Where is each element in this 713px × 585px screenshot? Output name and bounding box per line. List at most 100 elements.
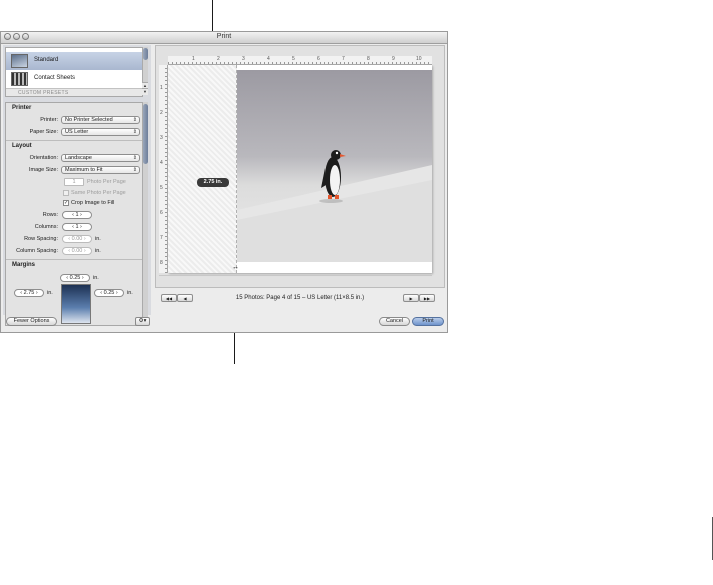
photo-per-page-label: Photo Per Page [87, 179, 126, 185]
title-bar: Print [1, 32, 447, 44]
preset-contact-sheets[interactable]: Contact Sheets [6, 70, 142, 88]
increment-icon[interactable]: › [114, 290, 118, 296]
same-photo-checkbox[interactable] [63, 190, 69, 196]
increment-icon[interactable]: › [79, 224, 82, 230]
cancel-button[interactable]: Cancel [379, 317, 410, 326]
layout-section-title: Layout [12, 143, 32, 149]
vertical-ruler: 1 2 3 4 5 6 7 8 [159, 65, 168, 273]
sidebar: Standard Contact Sheets CUSTOM PRESETS ▲… [3, 45, 151, 326]
popup-arrows-icon: ⇕ [132, 155, 137, 161]
last-page-button[interactable]: ▶▶ [419, 294, 435, 302]
page-navigation-bar: ◀◀ ◀ 15 Photos: Page 4 of 15 – US Letter… [155, 290, 445, 310]
ruler-tick: 6 [160, 210, 163, 216]
preset-scroll-thumb[interactable] [143, 48, 148, 60]
ruler-tick: 8 [367, 56, 370, 62]
increment-icon[interactable]: › [82, 248, 86, 254]
orientation-label: Orientation: [29, 155, 58, 161]
printer-section-title: Printer [12, 105, 32, 111]
crop-image-label: Crop Image to Fill [71, 200, 115, 206]
margin-tooltip: 2.75 in. [197, 178, 229, 187]
ruler-tick: 2 [217, 56, 220, 62]
window-title: Print [216, 33, 232, 40]
margin-preview-thumbnail [61, 284, 91, 324]
scroll-down-arrow-icon[interactable]: ▼ [142, 88, 148, 95]
settings-scroll-thumb[interactable] [143, 104, 148, 164]
ruler-tick: 5 [292, 56, 295, 62]
preset-standard-thumbnail [11, 54, 28, 68]
rows-label: Rows: [42, 212, 58, 218]
row-spacing-stepper[interactable]: ‹ 0.00 › [62, 235, 92, 243]
paper-size-label: Paper Size: [29, 129, 58, 135]
ruler-tick: 10 [416, 56, 422, 62]
gear-menu-button[interactable]: ⚙▾ [135, 317, 150, 326]
top-margin-unit: in. [93, 275, 99, 281]
preset-scrollbar[interactable]: ▲ ▼ [142, 47, 148, 95]
print-window: Print Standard Contact Sheets CUSTOM PRE… [0, 31, 448, 333]
left-margin-stepper[interactable]: ‹ 2.75 › [14, 289, 44, 297]
right-margin-unit: in. [127, 290, 133, 296]
increment-icon[interactable]: › [82, 236, 86, 242]
popup-arrows-icon: ⇕ [132, 167, 137, 173]
popup-arrows-icon: ⇕ [132, 129, 137, 135]
preset-label: Contact Sheets [34, 75, 76, 81]
page-status-text: 15 Photos: Page 4 of 15 – US Letter (11×… [235, 295, 365, 301]
printer-label: Printer: [40, 117, 58, 123]
ruler-tick: 4 [267, 56, 270, 62]
columns-stepper[interactable]: ‹ 1 › [62, 223, 92, 231]
column-spacing-label: Column Spacing: [16, 248, 58, 254]
margin-resize-handle-icon[interactable]: ↔ [232, 264, 239, 271]
row-spacing-unit: in. [95, 236, 101, 242]
orientation-popup[interactable]: Landscape ⇕ [61, 154, 140, 162]
rows-stepper[interactable]: ‹ 1 › [62, 211, 92, 219]
increment-icon[interactable]: › [79, 212, 82, 218]
next-page-button[interactable]: ▶ [403, 294, 419, 302]
print-preview: 1 2 3 4 5 6 7 8 9 10 1 2 3 4 5 6 7 8 2.7… [155, 45, 445, 288]
paper-size-popup[interactable]: US Letter ⇕ [61, 128, 140, 136]
ruler-tick: 9 [392, 56, 395, 62]
ruler-tick: 8 [160, 260, 163, 266]
printer-popup[interactable]: No Printer Selected ⇕ [61, 116, 140, 124]
image-size-popup[interactable]: Maximum to Fit ⇕ [61, 166, 140, 174]
preset-contact-thumbnail [11, 72, 28, 86]
increment-icon[interactable]: › [34, 290, 38, 296]
paper-page: 2.75 in. ↔ [168, 65, 432, 273]
ruler-tick: 1 [192, 56, 195, 62]
preset-standard[interactable]: Standard [6, 52, 142, 70]
right-margin-stepper[interactable]: ‹ 0.25 › [94, 289, 124, 297]
column-spacing-unit: in. [95, 248, 101, 254]
ruler-tick: 3 [160, 135, 163, 141]
horizontal-ruler: 1 2 3 4 5 6 7 8 9 10 [168, 56, 432, 65]
custom-presets-header: CUSTOM PRESETS [6, 88, 142, 96]
image-size-label: Image Size: [28, 167, 58, 173]
ruler-tick: 3 [242, 56, 245, 62]
preset-label: Standard [34, 57, 59, 63]
column-spacing-stepper[interactable]: ‹ 0.00 › [62, 247, 92, 255]
preset-list: Standard Contact Sheets CUSTOM PRESETS [5, 47, 143, 97]
ruler-tick: 5 [160, 185, 163, 191]
penguin-photo[interactable] [237, 70, 432, 262]
crop-image-checkbox[interactable]: ✓ [63, 200, 69, 206]
columns-label: Columns: [34, 224, 58, 230]
print-button[interactable]: Print [412, 317, 444, 326]
photo-per-page-field[interactable]: 1 [64, 178, 84, 186]
ruler-tick: 4 [160, 160, 163, 166]
separator [6, 140, 142, 141]
row-spacing-label: Row Spacing: [24, 236, 58, 242]
preview-scroll-bottom-edge [159, 275, 432, 276]
penguin-image [237, 150, 432, 262]
same-photo-label: Same Photo Per Page [71, 190, 126, 196]
separator [6, 259, 142, 260]
popup-arrows-icon: ⇕ [132, 117, 137, 123]
ruler-tick: 1 [160, 85, 163, 91]
settings-panel: Printer Printer: No Printer Selected ⇕ Pa… [5, 102, 143, 326]
ruler-tick: 7 [342, 56, 345, 62]
margins-section-title: Margins [12, 262, 36, 268]
ruler-tick: 7 [160, 235, 163, 241]
top-margin-stepper[interactable]: ‹ 0.25 › [60, 274, 90, 282]
increment-icon[interactable]: › [80, 275, 84, 281]
left-margin-area [168, 65, 237, 273]
ruler-tick: 6 [317, 56, 320, 62]
left-margin-unit: in. [47, 290, 53, 296]
fewer-options-button[interactable]: Fewer Options [6, 317, 57, 326]
settings-scrollbar[interactable] [142, 102, 148, 324]
